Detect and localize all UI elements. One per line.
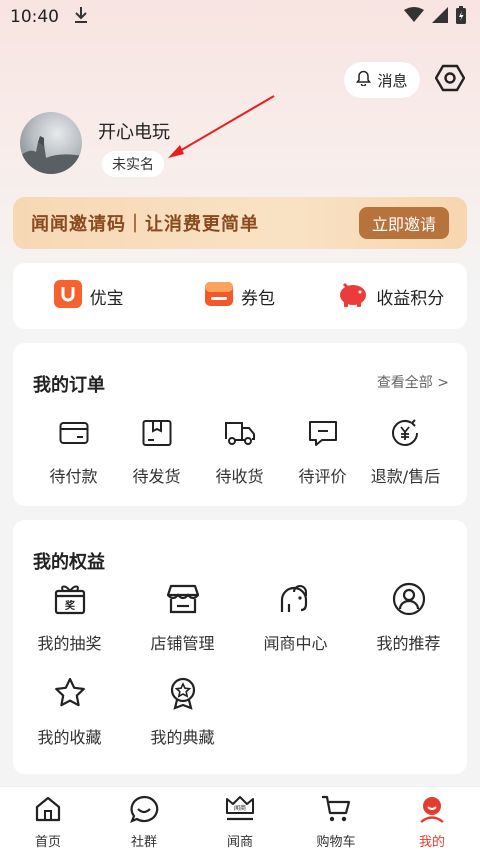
quick-link-label: 收益积分 xyxy=(376,288,445,309)
quick-link-label: 券包 xyxy=(240,288,275,309)
rights-collection[interactable]: 我的典藏 xyxy=(126,676,239,748)
wenshang-logo-text: 闻商 xyxy=(234,804,246,812)
rights-lottery[interactable]: 奖 我的抽奖 xyxy=(13,582,126,654)
medal-icon xyxy=(166,676,200,714)
order-pending-payment[interactable]: 待付款 xyxy=(32,419,115,487)
profile-icon xyxy=(418,795,446,827)
lottery-gift-text: 奖 xyxy=(65,599,76,612)
invite-text: 闻闻邀请码｜让消费更简单 xyxy=(31,214,259,235)
referral-user-icon xyxy=(392,582,426,620)
rights-shop-management[interactable]: 店铺管理 xyxy=(126,582,239,654)
tab-label: 购物车 xyxy=(316,835,356,850)
rights-label: 闻商中心 xyxy=(263,634,328,653)
tab-label: 我的 xyxy=(418,835,445,850)
invite-banner[interactable]: 闻闻邀请码｜让消费更简单 立即邀请 xyxy=(13,197,467,249)
coupon-wallet-icon xyxy=(204,280,233,313)
quick-link-points[interactable]: 收益积分 xyxy=(316,281,467,312)
rights-title: 我的权益 xyxy=(33,552,105,573)
quick-link-coupon[interactable]: 券包 xyxy=(164,280,315,313)
order-refund[interactable]: 退款/售后 xyxy=(364,419,447,487)
orders-title: 我的订单 xyxy=(33,375,105,396)
rights-label: 店铺管理 xyxy=(150,634,215,653)
tab-mine[interactable]: 我的 xyxy=(384,787,480,853)
tab-community[interactable]: 社群 xyxy=(96,787,192,853)
rights-card: 我的权益 奖 我的抽奖 店铺管理 闻商中心 我的推荐 我的收藏 我的典藏 xyxy=(13,520,467,774)
rights-label: 我的抽奖 xyxy=(37,634,102,653)
elephant-icon xyxy=(278,582,314,620)
view-all-orders-link[interactable]: 查看全部 > xyxy=(377,372,449,392)
bottom-tab-bar: 首页 社群 闻商 闻商 购物车 我的 xyxy=(0,786,480,853)
rights-label: 我的典藏 xyxy=(150,728,215,747)
order-label: 待付款 xyxy=(49,467,98,486)
rights-referrals[interactable]: 我的推荐 xyxy=(352,582,465,654)
rights-label: 我的收藏 xyxy=(37,728,102,747)
order-label: 待发货 xyxy=(132,467,181,486)
cart-icon xyxy=(321,795,351,827)
tab-wenshang[interactable]: 闻商 闻商 xyxy=(192,787,288,853)
invite-now-button[interactable]: 立即邀请 xyxy=(359,207,449,239)
rights-row: 奖 我的抽奖 店铺管理 闻商中心 我的推荐 xyxy=(13,582,467,654)
order-pending-review[interactable]: 待评价 xyxy=(281,419,364,487)
star-icon xyxy=(53,676,87,714)
order-status-row: 待付款 待发货 待收货 待评价 退款/售后 xyxy=(13,419,467,487)
rights-label: 我的推荐 xyxy=(376,634,441,653)
rights-row: 我的收藏 我的典藏 xyxy=(13,676,467,748)
quick-links-card: 优宝 券包 收益积分 xyxy=(13,263,467,329)
wallet-icon xyxy=(59,419,89,451)
rights-grid: 奖 我的抽奖 店铺管理 闻商中心 我的推荐 我的收藏 我的典藏 xyxy=(13,582,467,748)
annotation-arrow xyxy=(168,95,275,158)
tab-home[interactable]: 首页 xyxy=(0,787,96,853)
chat-icon xyxy=(129,795,159,827)
tab-label: 闻商 xyxy=(226,835,253,850)
piggy-bank-icon xyxy=(338,281,368,312)
rights-favorites[interactable]: 我的收藏 xyxy=(13,676,126,748)
quick-link-label: 优宝 xyxy=(89,288,124,309)
home-icon xyxy=(34,795,62,827)
order-label: 退款/售后 xyxy=(370,467,441,486)
tab-label: 社群 xyxy=(130,835,157,850)
order-pending-receipt[interactable]: 待收货 xyxy=(198,419,281,487)
lottery-gift-icon: 奖 xyxy=(53,582,87,620)
refund-icon xyxy=(391,419,421,451)
order-pending-shipment[interactable]: 待发货 xyxy=(115,419,198,487)
shop-icon xyxy=(166,582,200,620)
order-label: 待评价 xyxy=(298,467,347,486)
quick-link-youbao[interactable]: 优宝 xyxy=(13,279,164,313)
package-icon xyxy=(142,419,172,451)
orders-card: 我的订单 查看全部 > 待付款 待发货 待收货 待评价 退款/售后 xyxy=(13,343,467,506)
rights-wenshang-center[interactable]: 闻商中心 xyxy=(239,582,352,654)
truck-icon xyxy=(224,419,256,451)
tab-cart[interactable]: 购物车 xyxy=(288,787,384,853)
tab-label: 首页 xyxy=(34,835,61,850)
youbao-icon xyxy=(53,279,82,313)
comment-icon xyxy=(308,419,338,451)
crown-shop-icon: 闻商 xyxy=(224,795,256,827)
order-label: 待收货 xyxy=(215,467,264,486)
